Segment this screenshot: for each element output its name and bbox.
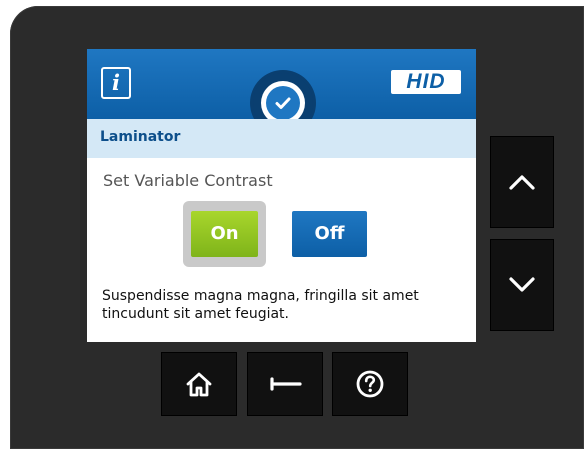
info-icon[interactable]: i — [101, 67, 131, 99]
help-button[interactable] — [332, 352, 408, 416]
scroll-up-button[interactable] — [490, 136, 554, 228]
chevron-down-icon — [509, 277, 535, 292]
setting-label: Set Variable Contrast — [103, 171, 273, 190]
back-button[interactable] — [247, 352, 323, 416]
help-icon — [356, 370, 384, 398]
off-button[interactable]: Off — [292, 211, 367, 257]
home-button[interactable] — [161, 352, 237, 416]
chevron-up-icon — [509, 175, 535, 190]
section-title: Laminator — [100, 129, 181, 145]
scroll-down-button[interactable] — [490, 239, 554, 331]
on-button[interactable]: On — [191, 211, 258, 257]
hid-logo: HID — [391, 70, 461, 94]
screen: i HID Laminator Set Variable Contrast On… — [87, 49, 476, 342]
back-arrow-icon — [270, 377, 302, 391]
description-text: Suspendisse magna magna, fringilla sit a… — [102, 288, 419, 322]
home-icon — [186, 372, 212, 397]
